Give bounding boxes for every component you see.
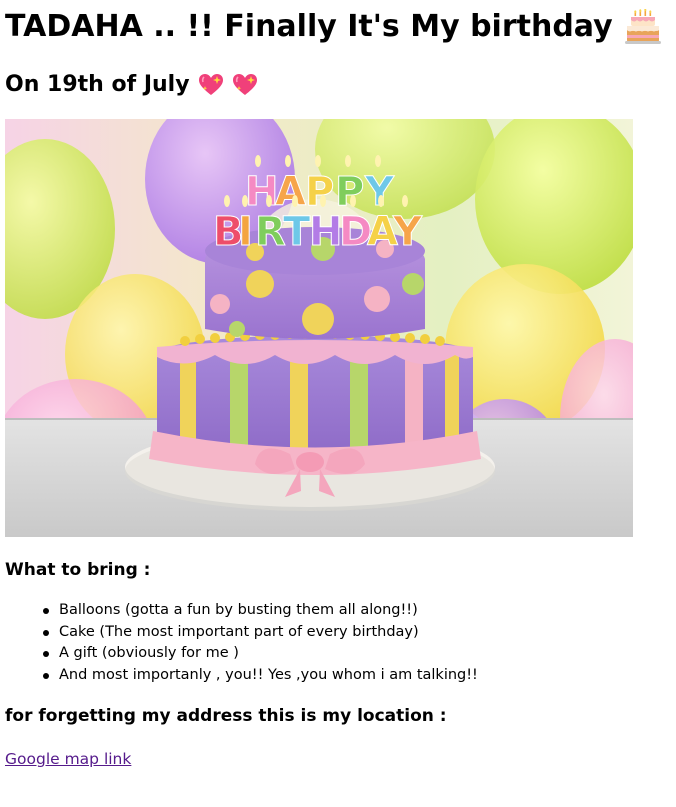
list-item: Cake (The most important part of every b…: [43, 622, 478, 644]
list-item: And most importanly , you!! Yes ,you who…: [43, 665, 478, 687]
list-item-text: And most importanly , you!! Yes ,you who…: [59, 666, 478, 683]
svg-text:R: R: [255, 209, 286, 255]
bullet-icon: [43, 651, 49, 657]
sparkling-heart-icon: [198, 72, 224, 98]
list-item: A gift (obviously for me ): [43, 643, 478, 665]
location-heading: for forgetting my address this is my loc…: [5, 706, 447, 726]
what-to-bring-heading: What to bring :: [5, 560, 151, 580]
list-item-text: A gift (obviously for me ): [59, 645, 239, 661]
birthday-cake-image: H A P P Y B I R T H D A Y: [5, 119, 633, 537]
bullet-icon: [43, 672, 49, 679]
birthday-cake-icon: [624, 8, 661, 45]
svg-text:I: I: [238, 209, 253, 255]
svg-text:H: H: [309, 209, 342, 255]
bullet-icon: [43, 629, 49, 636]
list-item-text: Cake (The most important part of every b…: [59, 623, 419, 640]
svg-text:T: T: [283, 209, 311, 255]
page-title-text: TADAHA .. !! Finally It's My birthday: [5, 9, 613, 44]
svg-text:Y: Y: [392, 209, 423, 255]
bring-list: Balloons (gotta a fun by busting them al…: [0, 600, 478, 686]
google-map-link[interactable]: Google map link: [5, 748, 131, 770]
sparkling-heart-icon: [232, 72, 258, 98]
page: TADAHA .. !! Finally It's My birthday On…: [0, 0, 676, 807]
birthday-date: On 19th of July: [5, 70, 258, 100]
list-item: Balloons (gotta a fun by busting them al…: [43, 600, 478, 622]
page-title: TADAHA .. !! Finally It's My birthday: [5, 8, 661, 46]
list-item-text: Balloons (gotta a fun by busting them al…: [59, 602, 418, 618]
birthday-date-text: On 19th of July: [5, 72, 190, 97]
bullet-icon: [43, 608, 49, 614]
